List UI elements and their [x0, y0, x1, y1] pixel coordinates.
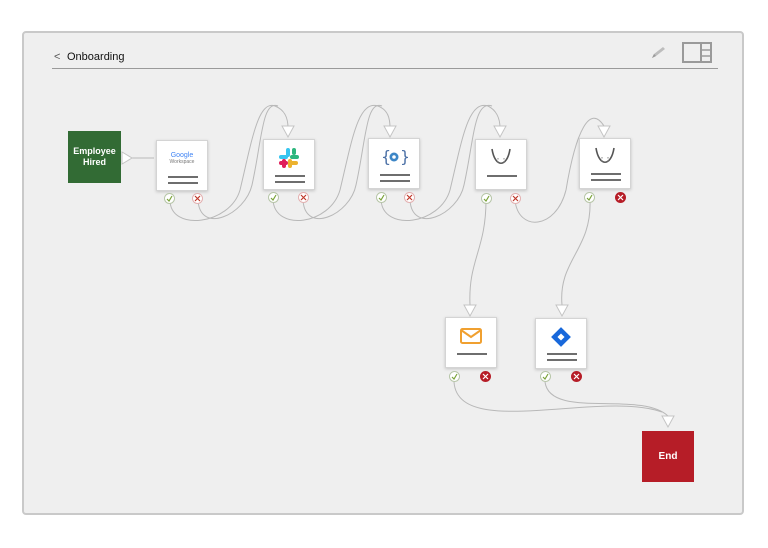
workspace-logo-text: Workspace [169, 159, 195, 165]
mail-icon [446, 323, 496, 349]
step-function-1[interactable] [475, 139, 527, 190]
step-line [168, 176, 198, 178]
step-line [380, 180, 410, 182]
success-check-icon[interactable] [268, 192, 279, 203]
success-check-icon[interactable] [584, 192, 595, 203]
step-slack[interactable] [263, 139, 315, 190]
trigger-label: Employee Hired [73, 146, 116, 167]
step-line [457, 353, 487, 355]
end-node[interactable]: End [642, 431, 694, 482]
step-email[interactable] [445, 317, 497, 368]
step-line [380, 174, 410, 176]
failure-x-icon[interactable] [192, 193, 203, 204]
step-line [275, 175, 305, 177]
end-label: End [658, 451, 678, 462]
success-check-icon[interactable] [540, 371, 551, 382]
success-check-icon[interactable] [164, 193, 175, 204]
code-gear-icon: { } [369, 144, 419, 170]
function-curve-icon [476, 145, 526, 171]
success-check-icon[interactable] [481, 193, 492, 204]
failure-x-icon[interactable] [404, 192, 415, 203]
slack-logo [264, 145, 314, 171]
step-line [547, 359, 577, 361]
step-line [275, 181, 305, 183]
step-line [487, 175, 517, 177]
step-line [547, 353, 577, 355]
step-code[interactable]: { } [368, 138, 420, 189]
failure-x-icon[interactable] [510, 193, 521, 204]
svg-text:}: } [400, 147, 408, 166]
trigger-node[interactable]: Employee Hired [68, 131, 121, 183]
failure-x-icon[interactable] [615, 192, 626, 203]
google-workspace-logo: Google Workspace [157, 146, 207, 172]
google-logo-text: Google [170, 152, 194, 159]
success-check-icon[interactable] [376, 192, 387, 203]
success-check-icon[interactable] [449, 371, 460, 382]
jira-logo [536, 324, 586, 350]
step-line [591, 173, 621, 175]
step-function-2[interactable] [579, 138, 631, 189]
step-jira[interactable] [535, 318, 587, 369]
step-line [591, 179, 621, 181]
failure-x-icon[interactable] [480, 371, 491, 382]
failure-x-icon[interactable] [298, 192, 309, 203]
failure-x-icon[interactable] [571, 371, 582, 382]
step-line [168, 182, 198, 184]
function-curve-icon [580, 144, 630, 170]
step-google-workspace[interactable]: Google Workspace [156, 140, 208, 191]
